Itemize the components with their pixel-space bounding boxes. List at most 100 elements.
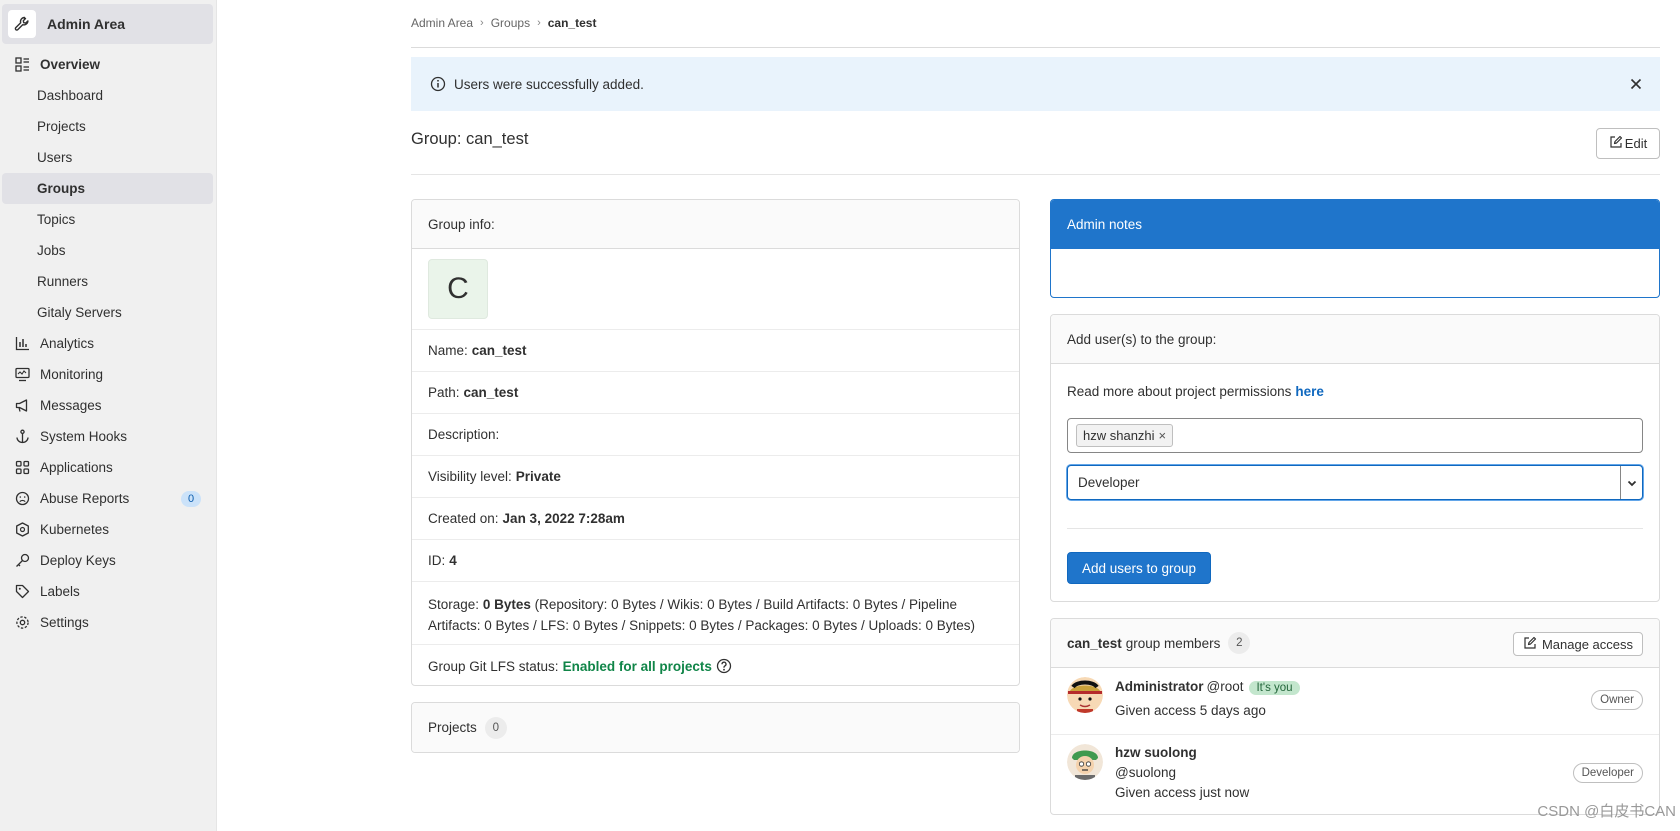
member-username: @root	[1206, 679, 1244, 694]
edit-icon	[1609, 135, 1625, 152]
info-value: 0 Bytes	[482, 597, 531, 612]
sidebar-item-applications[interactable]: Applications	[2, 452, 213, 483]
sidebar-item-jobs[interactable]: Jobs	[2, 235, 213, 266]
sidebar-item-users[interactable]: Users	[2, 142, 213, 173]
close-icon[interactable]	[1628, 76, 1644, 92]
info-icon	[430, 76, 446, 92]
question-icon[interactable]	[716, 658, 732, 674]
sidebar-item-projects[interactable]: Projects	[2, 111, 213, 142]
divider	[1067, 528, 1643, 529]
permissions-text: Read more about project permissions	[1067, 384, 1292, 399]
sidebar-item-label: Monitoring	[40, 367, 104, 382]
alert-message: Users were successfully added.	[454, 76, 644, 92]
monitor-icon	[13, 366, 31, 384]
sidebar-item-runners[interactable]: Runners	[2, 266, 213, 297]
page-title: Group: can_test	[411, 130, 529, 148]
user-token: hzw shanzhi ×	[1076, 424, 1174, 447]
members-card: can_test group members 2 Manage access A…	[1050, 618, 1660, 815]
success-alert: Users were successfully added.	[411, 57, 1660, 111]
member-access-text: Given access 5 days ago	[1115, 703, 1266, 718]
anchor-icon	[13, 428, 31, 446]
chart-icon	[13, 335, 31, 353]
role-badge: Owner	[1591, 690, 1643, 710]
avatar[interactable]	[1067, 677, 1103, 713]
lfs-status: Enabled for all projects	[562, 658, 712, 674]
wrench-icon	[8, 10, 36, 38]
member-row: Administrator @root It's you Given access …	[1051, 668, 1659, 734]
add-users-button[interactable]: Add users to group	[1067, 552, 1211, 584]
group-avatar: C	[428, 259, 488, 319]
admin-notes-header: Admin notes	[1051, 200, 1659, 249]
storage-detail: Artifacts: 0 Bytes / LFS: 0 Bytes / Snip…	[428, 618, 975, 633]
remove-token-icon[interactable]: ×	[1159, 428, 1167, 443]
megaphone-icon	[13, 397, 31, 415]
applications-icon	[13, 459, 31, 477]
info-value: can_test	[471, 343, 527, 358]
info-label: Description:	[428, 427, 500, 442]
members-count-badge: 2	[1228, 632, 1251, 654]
info-label: Group Git LFS status:	[428, 658, 559, 674]
label-icon	[13, 583, 31, 601]
member-name[interactable]: Administrator @root It's you	[1115, 679, 1300, 695]
sidebar-item-label: Jobs	[37, 243, 66, 258]
edit-button[interactable]: Edit	[1596, 128, 1660, 159]
sidebar-item-label: Settings	[40, 615, 89, 630]
sidebar-item-analytics[interactable]: Analytics	[2, 328, 213, 359]
sidebar-item-label: Abuse Reports	[40, 491, 130, 506]
info-label: Storage:	[428, 597, 480, 612]
breadcrumb-groups[interactable]: Groups	[491, 16, 530, 30]
breadcrumb-admin-area[interactable]: Admin Area	[411, 16, 473, 30]
info-path-row: Path: can_test	[412, 372, 1019, 414]
avatar[interactable]	[1067, 744, 1103, 780]
info-value: Jan 3, 2022 7:28am	[502, 511, 625, 526]
sidebar-item-dashboard[interactable]: Dashboard	[2, 80, 213, 111]
sidebar-item-label: Runners	[37, 274, 89, 289]
sidebar-item-label: Users	[37, 150, 73, 165]
info-value: can_test	[463, 385, 519, 400]
sidebar-item-abuse-reports[interactable]: Abuse Reports 0	[2, 483, 213, 514]
sidebar-header[interactable]: Admin Area	[2, 4, 213, 44]
sidebar-item-deploy-keys[interactable]: Deploy Keys	[2, 545, 213, 576]
manage-access-button[interactable]: Manage access	[1513, 632, 1643, 656]
sidebar-item-topics[interactable]: Topics	[2, 204, 213, 235]
user-search-input[interactable]: hzw shanzhi ×	[1067, 418, 1643, 453]
breadcrumb: Admin Area › Groups › can_test	[411, 16, 596, 30]
edit-button-label: Edit	[1624, 136, 1648, 151]
info-lfs-row: Group Git LFS status: Enabled for all pr…	[412, 645, 1019, 685]
sidebar-item-label: Projects	[37, 119, 86, 134]
sidebar-item-monitoring[interactable]: Monitoring	[2, 359, 213, 390]
sidebar-item-system-hooks[interactable]: System Hooks	[2, 421, 213, 452]
role-select-value: Developer	[1078, 475, 1140, 490]
projects-count-badge: 0	[484, 716, 507, 739]
permissions-link[interactable]: here	[1295, 384, 1324, 399]
role-badge: Developer	[1572, 763, 1643, 783]
edit-icon	[1523, 636, 1542, 653]
member-access-text: Given access just now	[1115, 785, 1250, 800]
projects-header: Projects 0	[412, 703, 1019, 752]
sidebar-item-label: Analytics	[40, 336, 95, 351]
role-select[interactable]: Developer	[1067, 465, 1643, 500]
sidebar-item-label: Deploy Keys	[40, 553, 116, 568]
sidebar-item-gitaly-servers[interactable]: Gitaly Servers	[2, 297, 213, 328]
projects-card[interactable]: Projects 0	[411, 702, 1020, 753]
members-header: can_test group members 2 Manage access	[1051, 619, 1659, 668]
kubernetes-icon	[13, 521, 31, 539]
frown-icon	[13, 490, 31, 508]
info-created-row: Created on: Jan 3, 2022 7:28am	[412, 498, 1019, 540]
sidebar-item-kubernetes[interactable]: Kubernetes	[2, 514, 213, 545]
sidebar-item-overview[interactable]: Overview	[2, 49, 213, 80]
info-value: Private	[515, 469, 561, 484]
sidebar-item-labels[interactable]: Labels	[2, 576, 213, 607]
members-group-name: can_test	[1067, 635, 1122, 651]
info-visibility-row: Visibility level: Private	[412, 456, 1019, 498]
admin-notes-card: Admin notes	[1050, 199, 1660, 298]
sidebar-item-groups[interactable]: Groups	[2, 173, 213, 204]
sidebar-item-settings[interactable]: Settings	[2, 607, 213, 638]
sidebar-item-messages[interactable]: Messages	[2, 390, 213, 421]
breadcrumb-current[interactable]: can_test	[548, 16, 597, 30]
info-label: Name:	[428, 343, 468, 358]
user-token-label: hzw shanzhi	[1083, 428, 1155, 443]
sidebar-item-label: Labels	[40, 584, 80, 599]
sidebar-item-label: Messages	[40, 398, 102, 413]
member-name[interactable]: hzw suolong	[1115, 745, 1197, 760]
